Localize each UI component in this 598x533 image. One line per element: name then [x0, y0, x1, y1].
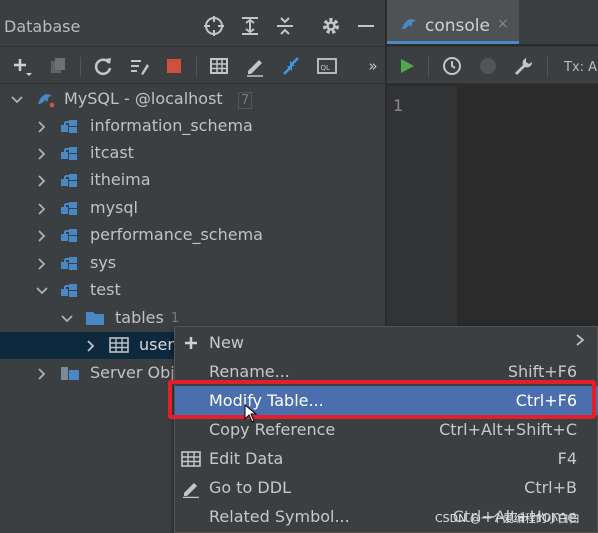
menu-item-shortcut: Shift+F6 [507, 362, 577, 381]
menu-item-label: Go to DDL [209, 478, 291, 497]
schema-icon [61, 174, 77, 187]
run-icon[interactable] [398, 57, 416, 75]
stop-circle-icon[interactable] [478, 56, 498, 76]
folder-icon [86, 312, 104, 325]
menu-item-label: New [209, 333, 244, 352]
mysql-dolphin-icon [402, 19, 416, 29]
tree-schema-sys[interactable]: sys [0, 250, 386, 277]
menu-item-label: Related Symbol... [209, 507, 350, 526]
menu-item-shortcut: Ctrl+B [524, 478, 577, 497]
menu-item-edit-data[interactable]: Edit Data F4 [175, 444, 598, 473]
query-console-icon[interactable]: QL [316, 55, 338, 77]
server-objects-icon [61, 367, 79, 380]
table-icon [181, 449, 201, 469]
panel-title: Database [4, 17, 81, 36]
schema-icon [61, 147, 77, 160]
add-icon[interactable] [10, 55, 32, 77]
mouse-cursor-icon [244, 404, 258, 423]
edit-pencil-icon [181, 478, 201, 498]
watermark-text: CSDN @一个爱编程的小白白 [435, 512, 580, 525]
chevron-down-icon[interactable] [10, 93, 24, 107]
schema-icon [61, 120, 77, 133]
tab-console-label: console [425, 16, 490, 36]
editor-toolbar: Tx: A [387, 46, 598, 84]
transaction-mode-label[interactable]: Tx: A [564, 60, 597, 75]
duplicate-icon[interactable] [47, 55, 69, 77]
menu-item-go-to-ddl[interactable]: Go to DDL Ctrl+B [175, 473, 598, 502]
more-chevron-icon[interactable]: » [362, 55, 384, 77]
schema-label: test [90, 280, 121, 299]
chevron-right-icon[interactable] [35, 257, 49, 271]
tree-connection-mysql[interactable]: MySQL - @localhost 7 [0, 86, 386, 113]
chevron-right-icon[interactable] [35, 367, 49, 381]
chevron-right-icon[interactable] [35, 174, 49, 188]
edit-pencil-icon[interactable] [244, 55, 266, 77]
schema-icon [61, 257, 77, 270]
refresh-icon[interactable] [92, 55, 114, 77]
minimize-icon[interactable] [355, 15, 377, 37]
editor-tabbar: console × [387, 0, 598, 44]
database-panel-header: Database [0, 0, 386, 44]
chevron-down-icon[interactable] [60, 312, 74, 326]
menu-item-shortcut: Ctrl+Alt+Shift+C [439, 420, 577, 439]
svg-text:QL: QL [321, 64, 331, 72]
schema-icon [61, 202, 77, 215]
chevron-right-icon[interactable] [35, 202, 49, 216]
line-number: 1 [393, 96, 404, 115]
chevron-right-icon[interactable] [35, 229, 49, 243]
menu-item-label: Copy Reference [209, 420, 336, 439]
folder-label: tables [115, 308, 164, 327]
chevron-down-icon[interactable] [35, 284, 49, 298]
connection-label: MySQL - @localhost [64, 89, 223, 108]
menu-item-label: Edit Data [209, 449, 284, 468]
context-menu: New Rename... Shift+F6 Modify Table... C… [174, 326, 598, 533]
highlight-annotation-box [168, 380, 596, 419]
tree-schema-test[interactable]: test [0, 277, 386, 304]
tree-schema-information-schema[interactable]: information_schema [0, 113, 386, 140]
schema-label: itheima [90, 170, 151, 189]
table-view-icon[interactable] [208, 55, 230, 77]
collapse-all-icon[interactable] [274, 15, 296, 37]
submenu-arrow-icon [575, 333, 585, 351]
chevron-right-icon[interactable] [35, 147, 49, 161]
connection-count: 7 [238, 92, 253, 109]
tree-schema-performance-schema[interactable]: performance_schema [0, 222, 386, 249]
table-icon [109, 337, 129, 353]
close-icon[interactable]: × [497, 16, 509, 32]
schema-label: sys [90, 253, 117, 272]
plus-icon [181, 333, 201, 353]
server-objects-label: Server Obj [90, 363, 175, 382]
menu-item-label: Rename... [209, 362, 290, 381]
stop-icon[interactable] [163, 55, 185, 77]
tree-schema-itcast[interactable]: itcast [0, 140, 386, 167]
tab-console[interactable]: console × [387, 0, 519, 44]
schema-label: information_schema [90, 116, 253, 135]
schema-icon [61, 284, 77, 297]
table-label: user [139, 335, 174, 354]
history-clock-icon[interactable] [442, 56, 462, 76]
schema-label: performance_schema [90, 225, 263, 244]
schema-label: itcast [90, 143, 134, 162]
chevron-right-icon[interactable] [84, 339, 98, 353]
chevron-right-icon[interactable] [35, 120, 49, 134]
gear-icon[interactable] [320, 15, 342, 37]
tree-schema-itheima[interactable]: itheima [0, 167, 386, 194]
folder-count: 1 [171, 311, 180, 326]
properties-icon[interactable] [128, 55, 150, 77]
menu-item-shortcut: F4 [557, 449, 577, 468]
menu-item-new[interactable]: New [175, 328, 598, 357]
jump-to-source-icon[interactable] [280, 55, 302, 77]
locate-icon[interactable] [203, 15, 225, 37]
schema-icon [61, 229, 77, 242]
schema-label: mysql [90, 198, 138, 217]
menu-item-copy-reference[interactable]: Copy Reference Ctrl+Alt+Shift+C [175, 415, 598, 444]
expand-all-icon[interactable] [239, 15, 261, 37]
wrench-icon[interactable] [513, 56, 533, 76]
mysql-dolphin-icon [38, 94, 55, 108]
database-toolbar: QL » [0, 46, 386, 84]
tree-schema-mysql[interactable]: mysql [0, 195, 386, 222]
